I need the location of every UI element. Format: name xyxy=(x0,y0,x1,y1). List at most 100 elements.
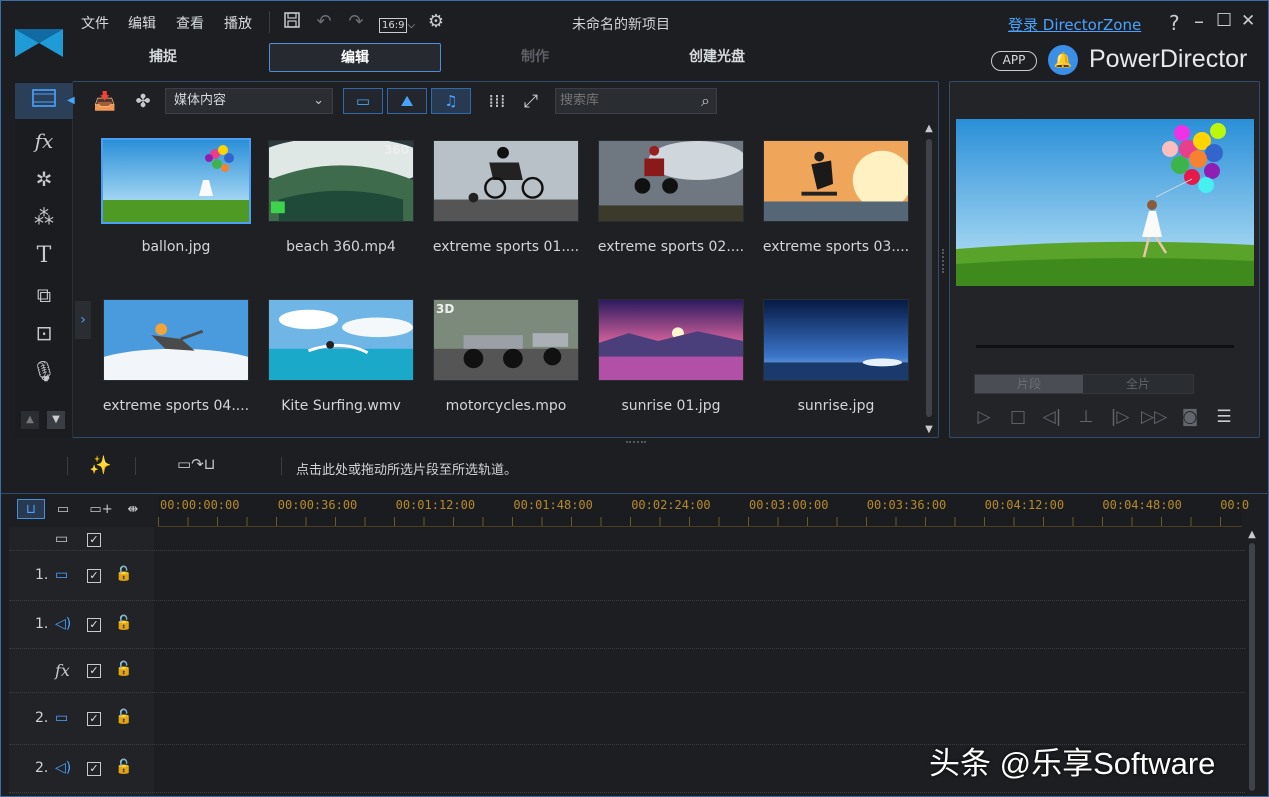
scroll-up-icon[interactable]: ▲ xyxy=(21,411,39,429)
movie-mode-button[interactable]: 全片 xyxy=(1083,375,1193,393)
menu-edit[interactable]: 编辑 xyxy=(128,13,156,33)
track-lock-icon[interactable]: 🔓 xyxy=(115,759,132,775)
particle-icon[interactable]: ⁂ xyxy=(15,199,73,235)
track-row-header[interactable]: ▭ ✓ xyxy=(9,528,1245,551)
grid-view-icon[interactable]: ⁞⁞⁞ xyxy=(483,89,511,115)
track-lock-icon[interactable]: 🔓 xyxy=(115,661,132,677)
tab-produce[interactable]: 制作 xyxy=(449,43,621,72)
tab-create-disc[interactable]: 创建光盘 xyxy=(631,43,803,72)
magic-tools-icon[interactable]: ✨ xyxy=(89,455,111,476)
split-marker-icon[interactable]: ⊥ xyxy=(1073,405,1099,429)
media-item[interactable]: 360 beach 360.mp4 xyxy=(265,137,417,277)
notification-bell-icon[interactable]: 🔔 xyxy=(1048,45,1078,75)
transition-icon[interactable]: ⧉ xyxy=(15,277,73,313)
track-enable-checkbox[interactable]: ✓ xyxy=(87,712,101,726)
help-button[interactable]: ? xyxy=(1169,11,1180,35)
storyboard-mode-icon[interactable]: ▭ xyxy=(49,499,77,519)
preview-progress-track[interactable] xyxy=(976,345,1234,348)
scroll-thumb[interactable] xyxy=(926,139,932,417)
track-lock-icon[interactable]: 🔓 xyxy=(115,615,132,631)
track-enable-checkbox[interactable]: ✓ xyxy=(87,569,101,583)
track-manager-icon[interactable]: ▭+ xyxy=(87,499,115,519)
plugins-icon[interactable]: ✤ xyxy=(129,89,157,115)
play-icon[interactable]: ▷ xyxy=(971,405,997,429)
track-row-audio[interactable]: 1. ◁) ✓ 🔓 xyxy=(9,601,1245,649)
track-row-video[interactable]: 1. ▭ ✓ 🔓 xyxy=(9,551,1245,601)
aspect-ratio-selector[interactable]: 16:9 ⌵ xyxy=(379,13,419,33)
scroll-down-icon[interactable]: ▼ xyxy=(47,411,65,429)
menu-play[interactable]: 播放 xyxy=(224,13,252,33)
scroll-up-icon[interactable]: ▲ xyxy=(922,123,936,134)
fullscreen-library-icon[interactable]: ⤢ xyxy=(517,89,545,115)
media-item[interactable]: extreme sports 02.... xyxy=(595,137,747,277)
media-item[interactable]: sunrise 01.jpg xyxy=(595,296,747,436)
media-room-icon[interactable] xyxy=(15,83,73,119)
import-media-icon[interactable]: 📥 xyxy=(91,89,119,115)
app-badge-button[interactable]: APP xyxy=(991,51,1037,71)
scroll-thumb[interactable] xyxy=(1249,543,1255,791)
expand-sidebar-arrow-icon[interactable]: › xyxy=(75,301,91,339)
track-lock-icon[interactable]: 🔓 xyxy=(115,566,132,582)
track-enable-checkbox[interactable]: ✓ xyxy=(87,618,101,632)
library-scrollbar[interactable]: ▲ ▼ xyxy=(922,123,936,435)
next-frame-icon[interactable]: |▷ xyxy=(1107,405,1133,429)
media-item[interactable]: 3D motorcycles.mpo xyxy=(430,296,582,436)
media-thumbnail[interactable] xyxy=(433,140,579,222)
fit-timeline-icon[interactable]: ⇼ xyxy=(119,499,147,519)
preview-resize-handle[interactable] xyxy=(942,249,946,273)
media-content-dropdown[interactable]: 媒体内容 ⌄ xyxy=(165,88,333,114)
clip-movie-toggle[interactable]: 片段 全片 xyxy=(974,374,1194,394)
media-thumbnail[interactable] xyxy=(598,299,744,381)
media-item[interactable]: extreme sports 04.... xyxy=(100,296,252,436)
title-icon[interactable]: T xyxy=(15,238,73,274)
track-enable-checkbox[interactable]: ✓ xyxy=(87,532,101,547)
tab-edit[interactable]: 编辑 xyxy=(269,43,441,72)
stop-icon[interactable]: □ xyxy=(1005,405,1031,429)
media-thumbnail[interactable] xyxy=(268,299,414,381)
track-enable-checkbox[interactable]: ✓ xyxy=(87,762,101,776)
media-thumbnail[interactable] xyxy=(103,299,249,381)
media-item[interactable]: Kite Surfing.wmv xyxy=(265,296,417,436)
media-thumbnail[interactable]: 360 xyxy=(268,140,414,222)
fast-forward-icon[interactable]: ▷▷ xyxy=(1141,405,1167,429)
redo-icon[interactable]: ↷ xyxy=(345,11,367,33)
preview-menu-icon[interactable]: ☰ xyxy=(1211,405,1237,429)
scroll-down-icon[interactable]: ▼ xyxy=(922,424,936,435)
tab-capture[interactable]: 捕捉 xyxy=(77,43,249,72)
subtitle-icon[interactable]: ⊡ xyxy=(15,315,73,351)
timeline-mode-icon[interactable]: ⊔ xyxy=(17,499,45,519)
media-item[interactable]: sunrise.jpg xyxy=(760,296,912,436)
settings-gear-icon[interactable]: ⚙ xyxy=(425,11,447,33)
media-thumbnail[interactable] xyxy=(763,140,909,222)
pip-icon[interactable]: ✲ xyxy=(15,161,73,197)
undo-icon[interactable]: ↶ xyxy=(313,11,335,33)
login-directorzone-link[interactable]: 登录 DirectorZone xyxy=(1008,14,1141,35)
media-thumbnail[interactable] xyxy=(763,299,909,381)
menu-file[interactable]: 文件 xyxy=(81,13,109,33)
scroll-up-icon[interactable]: ▲ xyxy=(1246,529,1258,540)
voice-over-icon[interactable]: 🎙 xyxy=(15,353,73,389)
library-search-field[interactable]: ⌕ xyxy=(555,88,717,114)
media-item[interactable]: ballon.jpg xyxy=(100,137,252,277)
track-lock-icon[interactable]: 🔓 xyxy=(115,709,132,725)
minimize-button[interactable]: – xyxy=(1194,9,1204,33)
close-button[interactable]: ✕ xyxy=(1241,11,1255,31)
media-item[interactable]: extreme sports 03.... xyxy=(760,137,912,277)
timeline-scrollbar[interactable]: ▲ xyxy=(1246,529,1258,793)
video-filter-icon[interactable]: ▭ xyxy=(343,88,383,114)
track-enable-checkbox[interactable]: ✓ xyxy=(87,664,101,678)
audio-filter-icon[interactable]: ♫ xyxy=(431,88,471,114)
track-row-fx[interactable]: fx ✓ 🔓 xyxy=(9,649,1245,693)
search-icon[interactable]: ⌕ xyxy=(701,89,710,113)
media-thumbnail[interactable] xyxy=(101,138,251,224)
maximize-button[interactable]: ☐ xyxy=(1216,10,1232,31)
save-icon[interactable] xyxy=(281,11,303,33)
previous-frame-icon[interactable]: ◁| xyxy=(1039,405,1065,429)
snapshot-camera-icon[interactable]: ◙ xyxy=(1177,405,1203,429)
image-filter-icon[interactable]: ⛰ xyxy=(387,88,427,114)
menu-view[interactable]: 查看 xyxy=(176,13,204,33)
media-thumbnail[interactable]: 3D xyxy=(433,299,579,381)
media-thumbnail[interactable] xyxy=(598,140,744,222)
clip-mode-button[interactable]: 片段 xyxy=(975,375,1083,393)
media-item[interactable]: extreme sports 01.... xyxy=(430,137,582,277)
